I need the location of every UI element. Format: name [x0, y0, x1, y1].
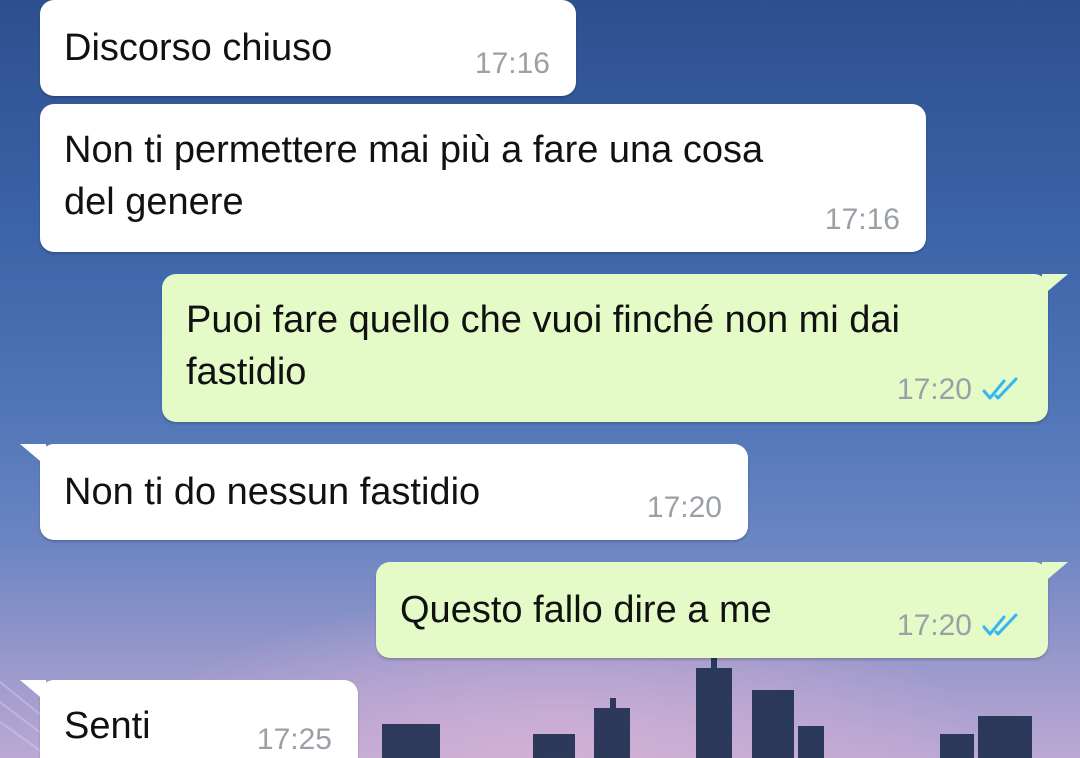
message-bubble-incoming[interactable]: Non ti permettere mai più a fare una cos…: [40, 104, 926, 252]
message-bubble-incoming[interactable]: Non ti do nessun fastidio 17:20: [20, 444, 748, 540]
message-bubble-incoming[interactable]: Discorso chiuso 17:16: [40, 0, 576, 96]
message-timestamp: 17:20: [896, 609, 972, 642]
read-double-check-icon: [982, 377, 1018, 400]
message-timestamp: 17:20: [646, 491, 722, 524]
message-text: Non ti do nessun fastidio: [64, 471, 481, 513]
message-meta: 17:16: [825, 202, 900, 238]
message-text: Discorso chiuso: [64, 27, 333, 69]
message-timestamp: 17:20: [896, 373, 972, 406]
message-timestamp: 17:25: [256, 723, 332, 756]
message-timestamp: 17:16: [474, 47, 550, 80]
message-meta: 17:20: [897, 372, 1022, 408]
message-bubble-outgoing[interactable]: Puoi fare quello che vuoi finché non mi …: [162, 274, 1068, 422]
message-text: Senti: [64, 705, 151, 747]
message-meta: 17:20: [647, 490, 722, 526]
message-text: Puoi fare quello che vuoi finché non mi …: [186, 299, 901, 393]
message-bubble-incoming[interactable]: Senti 17:25: [20, 680, 358, 758]
message-timestamp: 17:16: [824, 203, 900, 236]
message-meta: 17:25: [257, 722, 332, 758]
message-text: Questo fallo dire a me: [400, 589, 772, 631]
message-bubble-outgoing[interactable]: Questo fallo dire a me 17:20: [376, 562, 1068, 658]
read-double-check-icon: [982, 613, 1018, 636]
message-meta: 17:16: [475, 46, 550, 82]
message-text: Non ti permettere mai più a fare una cos…: [64, 129, 764, 223]
message-meta: 17:20: [897, 608, 1022, 644]
